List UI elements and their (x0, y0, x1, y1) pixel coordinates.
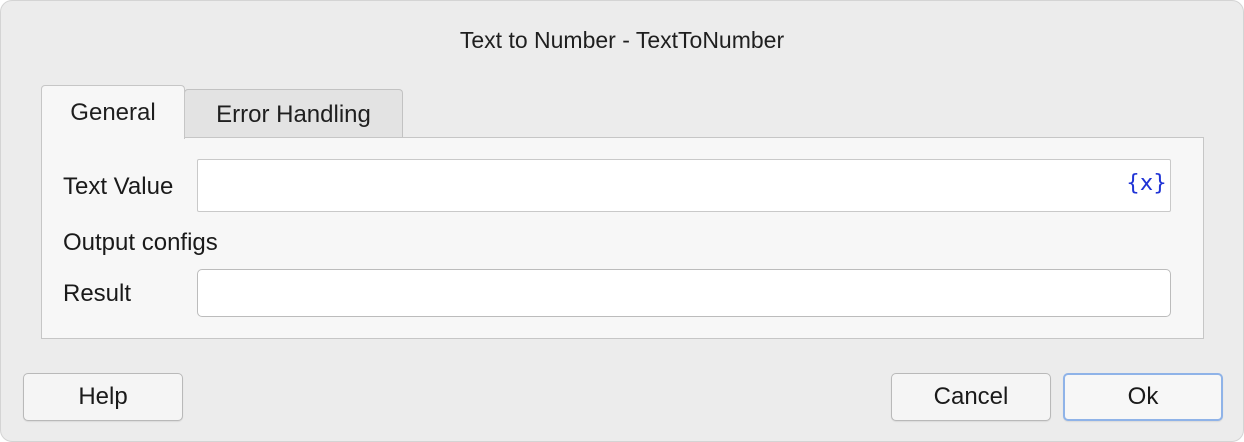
cancel-button[interactable]: Cancel (891, 373, 1051, 421)
tab-error-handling[interactable]: Error Handling (184, 89, 403, 137)
result-label: Result (63, 280, 132, 307)
dialog-title: Text to Number - TextToNumber (459, 27, 785, 53)
output-configs-label: Output configs (63, 229, 218, 256)
ok-button[interactable]: Ok (1063, 373, 1223, 421)
tab-general[interactable]: General (41, 85, 185, 139)
general-panel: Text Value {x} Output configs Result (41, 137, 1204, 339)
help-button[interactable]: Help (23, 373, 183, 421)
text-value-input[interactable]: {x} (197, 159, 1171, 212)
result-input[interactable] (197, 269, 1171, 317)
dialog-window: Text to Number - TextToNumber General Er… (0, 0, 1244, 442)
variable-icon[interactable]: {x} (1126, 171, 1167, 196)
text-value-label: Text Value (63, 173, 174, 200)
